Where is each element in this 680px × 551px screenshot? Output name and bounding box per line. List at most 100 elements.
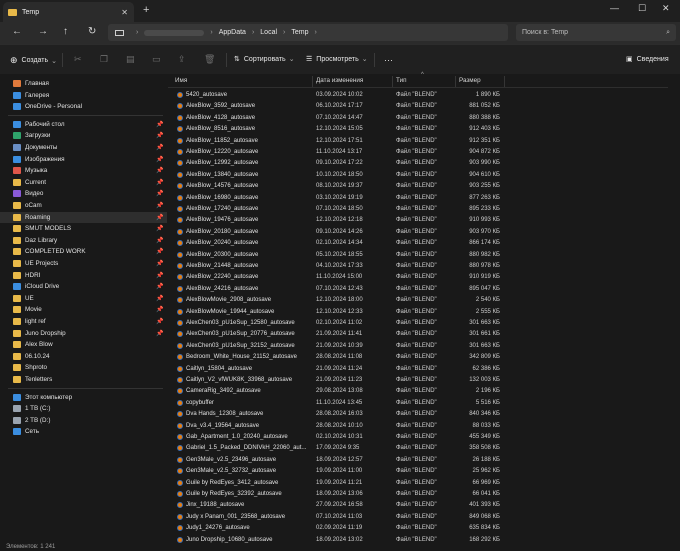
sidebar-item[interactable]: Tenletters xyxy=(0,374,167,385)
pin-icon[interactable]: 📌 xyxy=(156,156,163,163)
hidden-user-crumb[interactable] xyxy=(144,29,205,36)
sidebar-item[interactable]: Рабочий стол 📌 xyxy=(0,119,167,130)
file-row[interactable]: AlexBlow_12220_autosave 11.10.2024 13:17 Ф… xyxy=(168,147,668,158)
sidebar-item[interactable]: Музыка 📌 xyxy=(0,165,167,176)
file-row[interactable]: Dva_v3.4_19564_autosave 28.08.2024 10:10 Ф… xyxy=(168,421,668,432)
file-row[interactable]: copybuffer 11.10.2024 13:45 Файл "BLEND" 5 … xyxy=(168,398,668,409)
create-button[interactable]: ⊕ Создать ⌄ xyxy=(10,55,57,66)
file-row[interactable]: AlexBlow_24216_autosave 07.10.2024 12:43 Ф… xyxy=(168,284,668,295)
sidebar-item[interactable]: Документы 📌 xyxy=(0,142,167,153)
column-divider[interactable] xyxy=(312,76,313,87)
breadcrumb-temp[interactable]: Temp xyxy=(291,29,308,36)
sidebar-item[interactable]: UE Projects 📌 xyxy=(0,258,167,269)
file-row[interactable]: Judy1_24276_autosave 02.09.2024 11:19 Файл… xyxy=(168,523,668,534)
sidebar-item[interactable]: light ref 📌 xyxy=(0,316,167,327)
sidebar-item[interactable]: OneDrive - Personal xyxy=(0,101,167,112)
vertical-scrollbar[interactable] xyxy=(674,74,678,544)
copy-icon[interactable]: ❐ xyxy=(100,54,108,65)
minimize-icon[interactable]: — xyxy=(610,3,619,13)
file-row[interactable]: AlexBlow_11852_autosave 12.10.2024 17:51 Ф… xyxy=(168,136,668,147)
view-button[interactable]: ☰ Просмотреть ⌄ xyxy=(306,55,368,64)
sidebar-item[interactable]: Видео 📌 xyxy=(0,188,167,199)
file-row[interactable]: AlexBlow_20300_autosave 05.10.2024 18:55 Ф… xyxy=(168,250,668,261)
sidebar-item[interactable]: UE 📌 xyxy=(0,293,167,304)
pin-icon[interactable]: 📌 xyxy=(156,121,163,128)
file-row[interactable]: Juno Dropship_10680_autosave 18.09.2024 1… xyxy=(168,535,668,546)
address-bar[interactable]: › › AppData › Local › Temp › xyxy=(108,24,508,41)
pin-icon[interactable]: 📌 xyxy=(156,295,163,302)
pin-icon[interactable]: 📌 xyxy=(156,318,163,325)
sidebar-item[interactable]: Movie 📌 xyxy=(0,304,167,315)
sidebar-item[interactable]: Сеть xyxy=(0,426,167,437)
file-row[interactable]: Dva Hands_12308_autosave 28.08.2024 16:03… xyxy=(168,409,668,420)
file-row[interactable]: AlexBlow_4128_autosave 07.10.2024 14:47 Фа… xyxy=(168,113,668,124)
sidebar-item[interactable]: Roaming 📌 xyxy=(0,211,167,223)
file-row[interactable]: AlexBlow_12992_autosave 09.10.2024 17:22 Ф… xyxy=(168,158,668,169)
file-row[interactable]: AlexBlow_20180_autosave 09.10.2024 14:26 Ф… xyxy=(168,227,668,238)
tab-temp[interactable]: Temp ✕ xyxy=(3,2,134,22)
sidebar-item[interactable]: Current 📌 xyxy=(0,177,167,188)
file-row[interactable]: AlexBlow_20240_autosave 02.10.2024 14:34 Ф… xyxy=(168,238,668,249)
file-row[interactable]: Bedroom_White_House_21152_autosave 28.08.… xyxy=(168,352,668,363)
sidebar-item[interactable]: 06.10.24 xyxy=(0,351,167,362)
search-input[interactable]: Поиск в: Temp ⌕ xyxy=(516,24,676,41)
file-row[interactable]: AlexBlowMovie_2908_autosave 12.10.2024 18… xyxy=(168,295,668,306)
file-row[interactable]: Gen3Male_v2.5_23496_autosave 18.09.2024 1… xyxy=(168,455,668,466)
sidebar-item[interactable]: Галерея xyxy=(0,90,167,101)
file-row[interactable]: AlexBlow_21448_autosave 04.10.2024 17:33 Ф… xyxy=(168,261,668,272)
column-divider[interactable] xyxy=(455,76,456,87)
breadcrumb-local[interactable]: Local xyxy=(260,29,277,36)
close-window-icon[interactable]: ✕ xyxy=(662,3,670,14)
pin-icon[interactable]: 📌 xyxy=(156,167,163,174)
sidebar-item[interactable]: Изображения 📌 xyxy=(0,154,167,165)
pin-icon[interactable]: 📌 xyxy=(156,283,163,290)
file-row[interactable]: Judy x Panam_001_23568_autosave 07.10.202… xyxy=(168,512,668,523)
file-row[interactable]: Gabriel_1.5_Packed_DDNIVkH_22060_aut... 1… xyxy=(168,443,668,454)
file-row[interactable]: 5420_autosave 03.09.2024 10:02 Файл "BLEND… xyxy=(168,90,668,101)
file-row[interactable]: Caitlyn_V2_vfWUK8K_33968_autosave 21.09.2… xyxy=(168,375,668,386)
column-size[interactable]: Размер xyxy=(459,77,481,84)
details-button[interactable]: ▣ Сведения xyxy=(626,55,669,64)
file-row[interactable]: Gen3Male_v2.5_32732_autosave 19.09.2024 1… xyxy=(168,466,668,477)
pin-icon[interactable]: 📌 xyxy=(156,248,163,255)
sort-button[interactable]: ⇅ Сортировать ⌄ xyxy=(234,55,295,64)
sidebar-item[interactable]: 1 TB (C:) xyxy=(0,403,167,414)
file-row[interactable]: AlexBlow_17240_autosave 07.10.2024 18:50 Ф… xyxy=(168,204,668,215)
up-icon[interactable]: ↑ xyxy=(63,26,68,37)
sidebar-item[interactable]: oCam 📌 xyxy=(0,200,167,211)
delete-icon[interactable]: 🗑 xyxy=(204,54,215,65)
sidebar-item[interactable]: COMPLETED WORK 📌 xyxy=(0,246,167,257)
pin-icon[interactable]: 📌 xyxy=(156,330,163,337)
cut-icon[interactable]: ✂ xyxy=(74,54,82,65)
sidebar-item[interactable]: 2 TB (D:) xyxy=(0,415,167,426)
pin-icon[interactable]: 📌 xyxy=(156,144,163,151)
close-tab-icon[interactable]: ✕ xyxy=(121,8,128,17)
column-date[interactable]: Дата изменения xyxy=(316,77,363,84)
more-button[interactable]: ··· xyxy=(384,55,393,65)
sidebar-item[interactable]: Shproto xyxy=(0,362,167,373)
pin-icon[interactable]: 📌 xyxy=(156,225,163,232)
file-row[interactable]: AlexBlow_13840_autosave 10.10.2024 18:50 Ф… xyxy=(168,170,668,181)
sidebar-item[interactable]: Alex Blow xyxy=(0,339,167,350)
file-row[interactable]: Guile by RedEyes_3412_autosave 19.09.2024… xyxy=(168,478,668,489)
sidebar-item[interactable]: HDRI 📌 xyxy=(0,270,167,281)
column-divider[interactable] xyxy=(504,76,505,87)
file-row[interactable]: AlexChen03_pU1eSup_20776_autosave 21.09.2… xyxy=(168,329,668,340)
file-row[interactable]: AlexChen03_pU1eSup_12580_autosave 02.10.2… xyxy=(168,318,668,329)
pin-icon[interactable]: 📌 xyxy=(156,214,163,221)
pin-icon[interactable]: 📌 xyxy=(156,202,163,209)
file-row[interactable]: AlexBlow_8516_autosave 12.10.2024 15:05 Фа… xyxy=(168,124,668,135)
file-row[interactable]: AlexBlow_3592_autosave 06.10.2024 17:17 Фа… xyxy=(168,101,668,112)
new-tab-button[interactable]: + xyxy=(143,4,149,16)
file-row[interactable]: AlexBlow_14576_autosave 08.10.2024 19:37 Ф… xyxy=(168,181,668,192)
file-row[interactable]: AlexBlow_22240_autosave 11.10.2024 15:00 Ф… xyxy=(168,272,668,283)
file-row[interactable]: CameraRig_3492_autosave 29.08.2024 13:08 Ф… xyxy=(168,386,668,397)
file-row[interactable]: Caitlyn_15804_autosave 21.09.2024 11:24 Фа… xyxy=(168,364,668,375)
paste-icon[interactable]: ▤ xyxy=(126,54,135,65)
pin-icon[interactable]: 📌 xyxy=(156,260,163,267)
sidebar-item[interactable]: SMUT MODELS 📌 xyxy=(0,223,167,234)
column-type[interactable]: Тип xyxy=(396,77,407,84)
share-icon[interactable]: ⇪ xyxy=(178,54,186,65)
pin-icon[interactable]: 📌 xyxy=(156,190,163,197)
sidebar-item[interactable]: iCloud Drive 📌 xyxy=(0,281,167,292)
